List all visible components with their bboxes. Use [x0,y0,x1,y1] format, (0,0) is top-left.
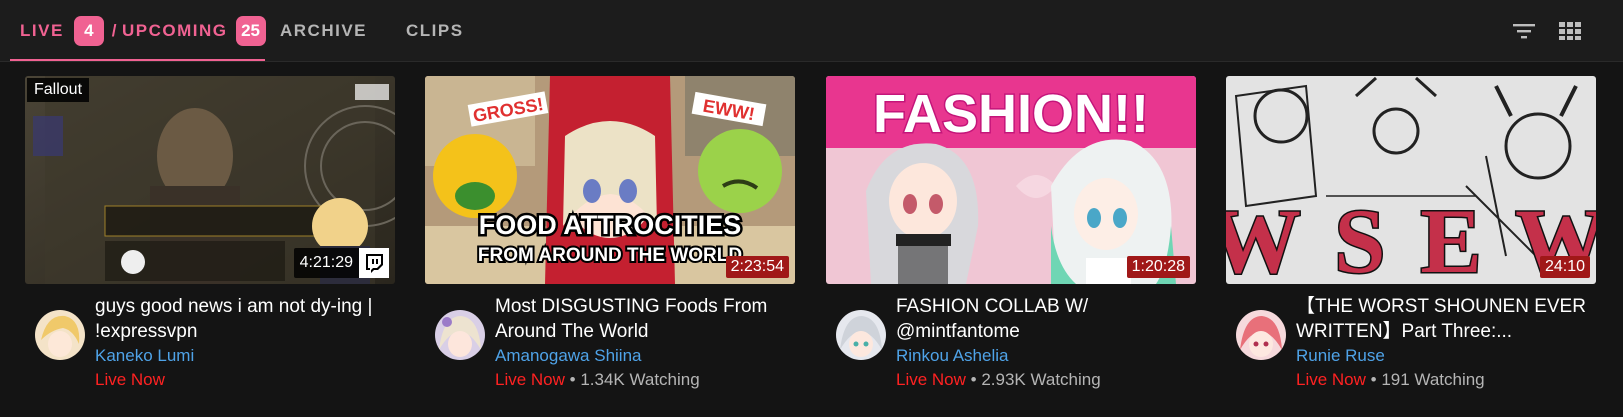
video-title[interactable]: 【THE WORST SHOUNEN EVER WRITTEN】Part Thr… [1296,294,1596,344]
duration-badge: 2:23:54 [725,256,789,278]
tab-live-label: LIVE [20,21,64,40]
live-now-label: Live Now [1296,370,1366,389]
channel-name[interactable]: Amanogawa Shiina [495,344,795,368]
watching-count: • 191 Watching [1365,370,1485,389]
thumb-headline-line2: FROM AROUND THE WORLD [478,245,742,266]
tab-bar: LIVE 4 / UPCOMING 25 ARCHIVE CLIPS [0,0,1623,62]
video-title[interactable]: FASHION COLLAB W/ @mintfantome [896,294,1196,344]
duration-badge: 24:10 [1539,256,1590,278]
upcoming-count-badge: 25 [235,16,266,46]
live-status: Live Now • 191 Watching [1296,368,1596,392]
video-title[interactable]: guys good news i am not dy-ing | !expres… [95,294,395,344]
grid-view-icon[interactable] [1557,18,1583,44]
tab-live-upcoming[interactable]: LIVE 4 / UPCOMING 25 [20,0,274,62]
live-now-label: Live Now [95,370,165,389]
video-thumbnail[interactable]: GROSS! EWW! FOOD ATTROCITIES FROM AROUND… [425,76,795,284]
thumb-headline: FASHION!! [873,84,1149,144]
channel-avatar[interactable] [836,310,886,360]
live-status: Live Now [95,368,395,392]
video-card[interactable]: FASHION!! 1:20:28 FASHION COLLAB W/ @min… [826,76,1196,394]
watching-count: • 1.34K Watching [564,370,700,389]
duration-text: 4:21:29 [299,254,353,271]
video-title[interactable]: Most DISGUSTING Foods From Around The Wo… [495,294,795,344]
channel-avatar[interactable] [435,310,485,360]
active-tab-indicator [10,59,265,61]
video-thumbnail[interactable]: FASHION!! 1:20:28 [826,76,1196,284]
video-thumbnail[interactable]: W S E W 24:10 [1226,76,1596,284]
channel-name[interactable]: Runie Ruse [1296,344,1596,368]
video-card[interactable]: W S E W 24:10 【THE WORST SHOUNEN EVER WR… [1226,76,1596,394]
video-card[interactable]: GROSS! EWW! FOOD ATTROCITIES FROM AROUND… [425,76,795,394]
video-card[interactable]: Fallout 4:21:29 guys good news i am not … [25,76,395,394]
watching-count: • 2.93K Watching [965,370,1101,389]
channel-name[interactable]: Kaneko Lumi [95,344,395,368]
topic-badge: Fallout [27,78,90,102]
tab-separator: / [111,21,119,40]
duration-badge: 4:21:29 [293,248,389,278]
thumb-headline-line1: FOOD ATTROCITIES [479,210,742,240]
live-now-label: Live Now [495,370,565,389]
live-count-badge: 4 [73,16,104,46]
live-status: Live Now • 2.93K Watching [896,368,1196,392]
channel-avatar[interactable] [1236,310,1286,360]
tab-upcoming-label: UPCOMING [122,21,228,40]
filter-icon[interactable] [1511,18,1537,44]
live-status: Live Now • 1.34K Watching [495,368,795,392]
video-thumbnail[interactable]: Fallout 4:21:29 [25,76,395,284]
duration-badge: 1:20:28 [1126,256,1190,278]
tab-clips[interactable]: CLIPS [406,0,464,62]
live-now-label: Live Now [896,370,966,389]
tab-archive[interactable]: ARCHIVE [280,0,367,62]
twitch-icon [359,248,389,278]
channel-avatar[interactable] [35,310,85,360]
channel-name[interactable]: Rinkou Ashelia [896,344,1196,368]
